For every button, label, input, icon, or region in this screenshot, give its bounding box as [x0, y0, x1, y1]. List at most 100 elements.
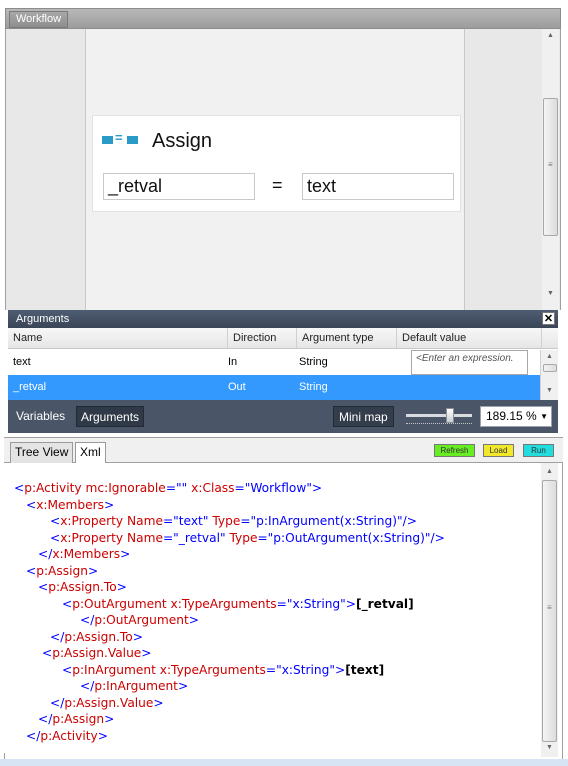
argument-type[interactable]: String	[294, 375, 328, 400]
scroll-down-icon[interactable]: ▼	[541, 743, 558, 753]
argument-direction[interactable]: In	[223, 350, 237, 375]
chevron-down-icon[interactable]: ▼	[540, 407, 548, 426]
xml-token: <	[50, 514, 61, 528]
xml-token: p:InArgument	[94, 679, 178, 693]
bottom-tab-strip: Tree View Xml Refresh Load Run	[4, 438, 563, 464]
xml-token: p:Assign.To	[48, 580, 117, 594]
xml-token: p:Assign.To	[64, 629, 133, 644]
xml-token: ="	[165, 481, 182, 495]
xml-token: mc:Ignorable	[81, 481, 166, 495]
argument-name[interactable]: _retval	[8, 375, 46, 400]
table-row[interactable]: text In String <Enter an expression.	[8, 350, 540, 375]
argument-direction[interactable]: Out	[223, 375, 246, 400]
xml-line: </x:Members>	[38, 546, 130, 562]
xml-token: ="	[276, 596, 293, 611]
xml-token: >	[87, 563, 99, 578]
scroll-down-icon[interactable]: ▼	[542, 289, 559, 299]
xml-token: >	[104, 497, 115, 512]
column-default-value[interactable]: Default value	[397, 328, 542, 349]
zoom-level-select[interactable]: 189.15 % ▼	[480, 406, 552, 427]
scroll-up-icon[interactable]: ▲	[542, 31, 559, 41]
zoom-slider[interactable]	[406, 406, 476, 426]
scroll-thumb[interactable]: ≡	[543, 98, 558, 236]
xml-line: <p:InArgument x:TypeArguments="x:String"…	[62, 662, 384, 678]
designer-scrollbar[interactable]: ▲ ≡ ▼	[542, 29, 559, 310]
xml-line: <p:Activity mc:Ignorable="" x:Class="Wor…	[14, 480, 322, 496]
xml-token: x:Property	[60, 530, 124, 545]
xml-token: Workflow	[250, 481, 307, 495]
xml-token: </	[38, 712, 53, 726]
tab-xml[interactable]: Xml	[75, 442, 106, 464]
refresh-button[interactable]: Refresh	[434, 444, 475, 457]
xml-token: x:Class	[187, 481, 235, 495]
xml-token: </	[50, 695, 65, 710]
assign-icon: =	[102, 130, 140, 146]
column-name[interactable]: Name	[8, 328, 228, 349]
xml-token: </	[80, 679, 95, 693]
xml-line: <x:Property Name="text" Type="p:InArgume…	[50, 513, 417, 529]
xml-token: <	[42, 646, 53, 660]
xml-token: [text]	[345, 662, 385, 677]
run-button[interactable]: Run	[523, 444, 554, 457]
close-icon[interactable]: ✕	[542, 312, 555, 325]
xml-editor[interactable]: <p:Activity mc:Ignorable="" x:Class="Wor…	[4, 463, 540, 753]
argument-name[interactable]: text	[8, 350, 31, 375]
xml-token: ="	[234, 481, 251, 495]
xml-line: <p:Assign>	[26, 563, 98, 579]
xml-scrollbar[interactable]: ▲ ≡ ▼	[541, 463, 558, 757]
xml-token: p:Activity	[40, 728, 98, 743]
xml-token: ="	[265, 662, 282, 677]
assign-to-field[interactable]: _retval	[103, 173, 255, 200]
xml-token: <	[62, 596, 73, 611]
xml-line: </p:Activity>	[26, 728, 108, 744]
table-row[interactable]: _retval Out String	[8, 375, 540, 400]
workflow-tab[interactable]: Workflow	[9, 11, 69, 28]
xml-token: >	[116, 580, 127, 594]
xml-token: ="	[162, 530, 179, 545]
xml-line: <x:Members>	[26, 497, 114, 513]
status-strip	[0, 759, 568, 766]
tab-tree-view[interactable]: Tree View	[10, 442, 74, 463]
xml-token: </	[50, 629, 65, 644]
scroll-down-icon[interactable]: ▼	[541, 386, 558, 396]
xml-token: </	[38, 547, 53, 561]
column-argument-type[interactable]: Argument type	[297, 328, 397, 349]
xml-token: Type	[225, 530, 258, 545]
xml-token: >	[120, 547, 131, 561]
xml-token: </	[80, 613, 95, 627]
xml-token: >	[141, 646, 152, 660]
xml-token: ">	[329, 662, 346, 677]
arguments-button[interactable]: Arguments	[76, 406, 145, 427]
xml-token: ="	[240, 514, 257, 528]
scroll-up-icon[interactable]: ▲	[541, 352, 558, 362]
xml-token: _retval	[178, 530, 220, 545]
xml-line: <x:Property Name="_retval" Type="p:OutAr…	[50, 530, 445, 546]
xml-token: <	[38, 580, 49, 594]
xml-token: x:Members	[36, 497, 105, 512]
argument-type[interactable]: String	[294, 350, 328, 375]
arguments-panel-title: Arguments ✕	[8, 310, 558, 328]
xml-token: [_retval]	[356, 596, 414, 611]
xml-token: p:InArgument(x:String)	[256, 514, 397, 528]
xml-token: >	[97, 728, 108, 743]
scroll-thumb[interactable]: ≡	[542, 480, 557, 742]
default-value-input[interactable]: <Enter an expression.	[411, 350, 528, 375]
xml-line: </p:InArgument>	[80, 678, 188, 694]
zoom-slider-handle[interactable]	[446, 408, 454, 423]
xml-token: p:OutArgument(x:String)	[273, 530, 425, 545]
load-button[interactable]: Load	[483, 444, 514, 457]
xml-token: p:Assign	[36, 563, 88, 578]
assign-activity[interactable]: = Assign _retval = text	[92, 115, 461, 212]
xml-token: <	[50, 530, 61, 545]
xml-token: x:String	[281, 662, 330, 677]
workflow-canvas[interactable]: = Assign _retval = text ▲ ≡ ▼	[5, 29, 561, 310]
minimap-button[interactable]: Mini map	[333, 406, 394, 427]
arguments-scrollbar[interactable]: ▲ ▼	[540, 350, 558, 400]
variables-button[interactable]: Variables	[12, 406, 69, 427]
xml-line: </p:Assign>	[38, 711, 114, 727]
scroll-up-icon[interactable]: ▲	[541, 467, 558, 477]
column-direction[interactable]: Direction	[228, 328, 297, 349]
xml-token: p:InArgument	[72, 662, 156, 677]
scroll-thumb[interactable]	[543, 364, 557, 372]
assign-value-field[interactable]: text	[302, 173, 454, 200]
